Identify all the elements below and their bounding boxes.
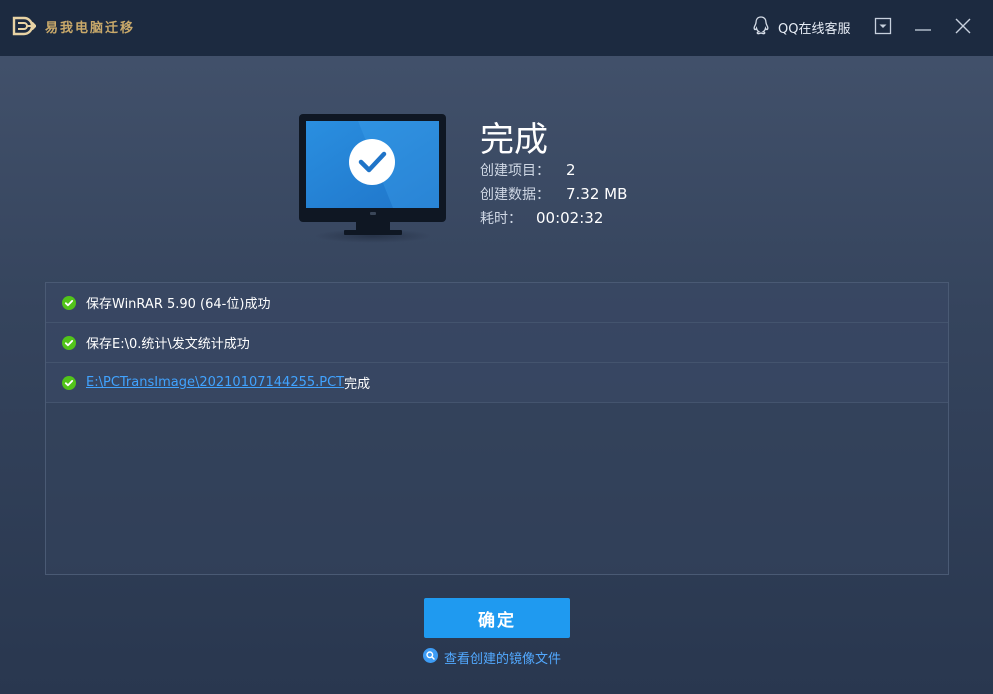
minimize-button[interactable]: [914, 17, 932, 35]
monitor-complete-icon: [298, 112, 448, 244]
success-check-icon: [62, 376, 76, 390]
created-data-label: 创建数据：: [480, 184, 550, 204]
elapsed-row: 耗时： 00:02:32: [480, 208, 603, 228]
app-title: 易我电脑迁移: [45, 17, 135, 36]
ok-button[interactable]: 确定: [424, 598, 570, 638]
view-image-label: 查看创建的镜像文件: [444, 648, 561, 667]
created-items-label: 创建项目：: [480, 160, 550, 180]
view-image-link[interactable]: 查看创建的镜像文件: [423, 647, 561, 667]
dropdown-menu-button[interactable]: [874, 17, 892, 35]
app-window: 易我电脑迁移 QQ在线客服: [0, 0, 993, 694]
created-items-row: 创建项目： 2: [480, 160, 576, 180]
log-item-text: 保存WinRAR 5.90 (64-位)成功: [86, 293, 270, 312]
elapsed-value: 00:02:32: [536, 209, 603, 227]
log-item: 保存WinRAR 5.90 (64-位)成功: [46, 283, 948, 323]
log-item: E:\PCTransImage\20210107144255.PCT 完成: [46, 363, 948, 403]
log-item-text: 保存E:\0.统计\发文统计成功: [86, 333, 250, 352]
title-bar: 易我电脑迁移 QQ在线客服: [0, 0, 993, 56]
log-panel[interactable]: 保存WinRAR 5.90 (64-位)成功 保存E:\0.统计\发文统计成功 …: [45, 282, 949, 575]
created-data-value: 7.32 MB: [566, 185, 627, 203]
elapsed-label: 耗时：: [480, 208, 522, 228]
log-item-suffix: 完成: [344, 373, 370, 392]
created-items-value: 2: [566, 161, 576, 179]
qq-support-label: QQ在线客服: [778, 18, 850, 37]
completion-title: 完成: [480, 112, 548, 161]
close-icon: [954, 17, 972, 35]
close-button[interactable]: [954, 17, 972, 35]
dropdown-menu-icon: [874, 17, 892, 35]
qq-icon: [752, 15, 770, 39]
app-logo-icon: [12, 16, 36, 36]
log-item: 保存E:\0.统计\发文统计成功: [46, 323, 948, 363]
qq-support-button[interactable]: QQ在线客服: [752, 16, 850, 38]
image-file-link[interactable]: E:\PCTransImage\20210107144255.PCT: [86, 375, 344, 390]
created-data-row: 创建数据： 7.32 MB: [480, 184, 627, 204]
success-check-icon: [62, 296, 76, 310]
success-check-icon: [62, 336, 76, 350]
magnifier-icon: [423, 648, 438, 667]
minimize-icon: [914, 17, 932, 35]
